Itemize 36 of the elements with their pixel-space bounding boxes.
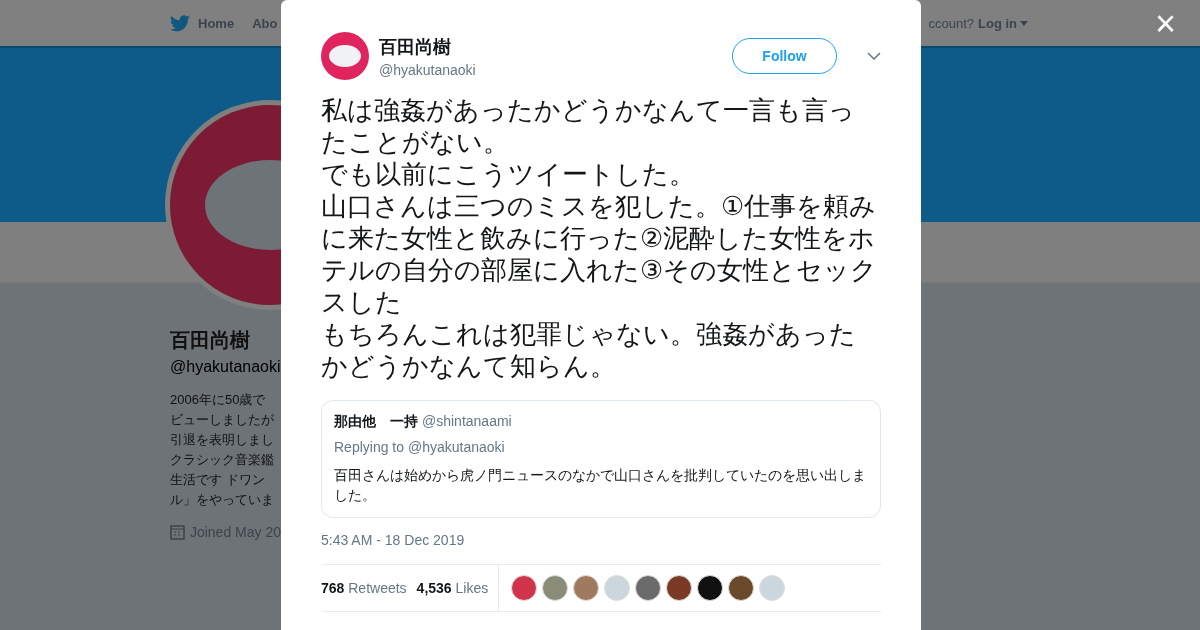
- bio-line: 生活です ドワン: [170, 471, 266, 489]
- tweet-paragraph: でも以前にこうツイートした。: [321, 158, 696, 190]
- chevron-icon[interactable]: [867, 52, 881, 60]
- tweet-time: 5:43 AM - 18 Dec 2019: [321, 532, 466, 548]
- calendar-icon: [170, 524, 185, 540]
- bio-line: ル」をやっていま: [170, 491, 275, 509]
- liker-avatar[interactable]: [728, 575, 755, 601]
- follow-button[interactable]: Follow: [732, 38, 837, 74]
- profile-handle: @hyakutanaoki: [170, 358, 281, 376]
- quoted-text: 百田さんは始めから虎ノ門ニュースのなかで山口さんを批判していたのを思い出しました。: [334, 466, 867, 505]
- caret-icon: [1020, 20, 1028, 26]
- stat-count[interactable]: 768 Retweets: [321, 580, 407, 596]
- login-link[interactable]: Log in: [978, 15, 1028, 31]
- bio-line: 引退を表明しまし: [170, 431, 275, 449]
- quoted-author-handle: @shintanaami: [422, 413, 512, 431]
- quoted-author-name: 那由他 一持: [334, 413, 418, 431]
- bio-line: クラシック音楽鑑: [170, 451, 275, 469]
- author-handle: @hyakutanaoki: [379, 61, 476, 78]
- profile-name: 百田尚樹: [170, 328, 251, 353]
- tweet-paragraph: 私は強姦があったかどうかなんて一言も言ったことがない。: [321, 94, 856, 158]
- tweet-paragraph: もちろんこれは犯罪じゃない。強姦があったかどうかなんて知らん。: [321, 318, 857, 382]
- tweet-paragraph: 山口さんは三つのミスを犯した。①仕事を頼みに来た女性と飲みに行った②泥酔した女性をホテルの自分の部屋に入れた③その女性とセックスした: [321, 190, 879, 318]
- home-link[interactable]: Home: [170, 14, 235, 32]
- bird-icon: [170, 14, 190, 32]
- quoted-tweet[interactable]: 那由他 一持 @shintanaami Replying to @hyakutanaoki 百田さんは始めから虎ノ門ニュースのなかで山口さんを批判していたのを思い出しました。: [321, 400, 881, 518]
- bio-line: ビューしましたが: [170, 411, 275, 429]
- close-button[interactable]: ×: [1150, 6, 1180, 42]
- about-link[interactable]: Abo: [252, 15, 278, 31]
- replying-to: Replying to @hyakutanaoki: [334, 439, 506, 455]
- avatar: [321, 32, 369, 80]
- bio-line: 2006年に50歳で: [170, 391, 267, 409]
- liker-avatar[interactable]: [666, 575, 693, 601]
- liker-avatar[interactable]: [697, 575, 724, 601]
- author-name: 百田尚樹: [379, 35, 452, 59]
- account-prompt: ccount?: [928, 15, 974, 31]
- stat-count[interactable]: 4,536 Likes: [416, 580, 489, 596]
